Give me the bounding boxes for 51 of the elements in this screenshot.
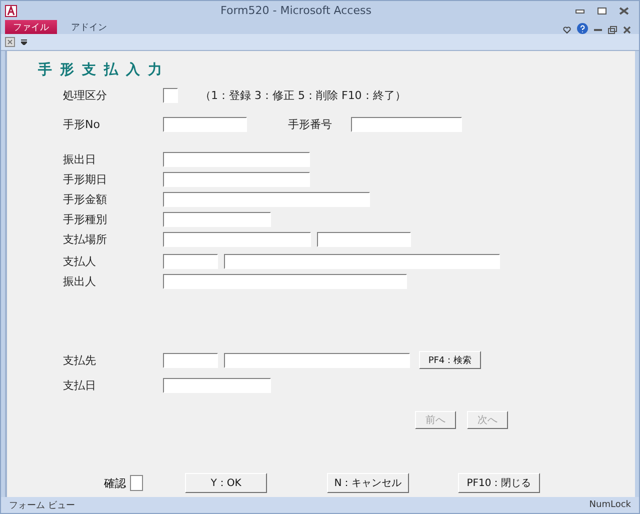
- help-icon[interactable]: [577, 23, 588, 34]
- field-label: 処理区分: [63, 88, 108, 102]
- maximize-icon[interactable]: [597, 6, 607, 14]
- field-label: 手形期日: [63, 172, 108, 186]
- input-field[interactable]: [163, 212, 271, 226]
- restore-icon[interactable]: [608, 26, 617, 34]
- form-title: 手形支払入力: [38, 61, 171, 79]
- field-label: 支払先: [63, 352, 97, 368]
- input-field[interactable]: [224, 254, 500, 268]
- input-field[interactable]: [317, 232, 411, 246]
- input-field[interactable]: [351, 116, 462, 132]
- input-field[interactable]: [163, 352, 218, 368]
- minimize-icon[interactable]: [575, 6, 585, 14]
- status-text: フォーム ビュー: [9, 500, 75, 512]
- confirm-checkbox[interactable]: [130, 475, 143, 491]
- close-icon[interactable]: [5, 37, 15, 47]
- hint-text: （1：登録 3：修正 5：削除 F10：終了）: [200, 88, 406, 102]
- search-button[interactable]: PF4：検索: [419, 351, 481, 369]
- field-label: 手形No: [63, 116, 101, 132]
- code-input[interactable]: [163, 88, 178, 102]
- field-label: 振出日: [63, 152, 97, 166]
- field-label: 支払人: [63, 254, 97, 268]
- input-field[interactable]: [163, 152, 310, 166]
- confirm-label: 確認: [104, 476, 126, 490]
- action-button[interactable]: Y：OK: [185, 473, 267, 493]
- field-label: 手形金額: [63, 192, 108, 206]
- input-field[interactable]: [163, 172, 310, 186]
- action-button[interactable]: PF10：閉じる: [458, 473, 540, 493]
- field-label: 支払場所: [63, 232, 108, 246]
- heart-icon[interactable]: [563, 26, 571, 34]
- dropdown-icon[interactable]: [21, 39, 27, 45]
- field-label: 支払日: [63, 378, 97, 392]
- close-icon[interactable]: [619, 6, 629, 14]
- app-icon: [5, 4, 17, 16]
- input-field[interactable]: [163, 274, 407, 288]
- field-label: 手形種別: [63, 212, 108, 226]
- ribbon-tab[interactable]: ファイル: [5, 20, 57, 34]
- input-field[interactable]: [163, 378, 271, 392]
- ribbon-tab[interactable]: アドイン: [63, 20, 115, 34]
- window-title: Form520 - Microsoft Access: [220, 4, 372, 17]
- input-field[interactable]: [163, 254, 218, 268]
- input-field[interactable]: [163, 116, 247, 132]
- field-label: 手形番号: [288, 116, 333, 132]
- action-button[interactable]: N：キャンセル: [327, 473, 409, 493]
- input-field[interactable]: [163, 192, 370, 206]
- minimize-icon[interactable]: [594, 26, 602, 34]
- field-label: 振出人: [63, 274, 97, 288]
- close-icon[interactable]: [623, 26, 631, 34]
- input-field[interactable]: [224, 352, 410, 368]
- status-text: NumLock: [589, 500, 631, 510]
- input-field[interactable]: [163, 232, 311, 246]
